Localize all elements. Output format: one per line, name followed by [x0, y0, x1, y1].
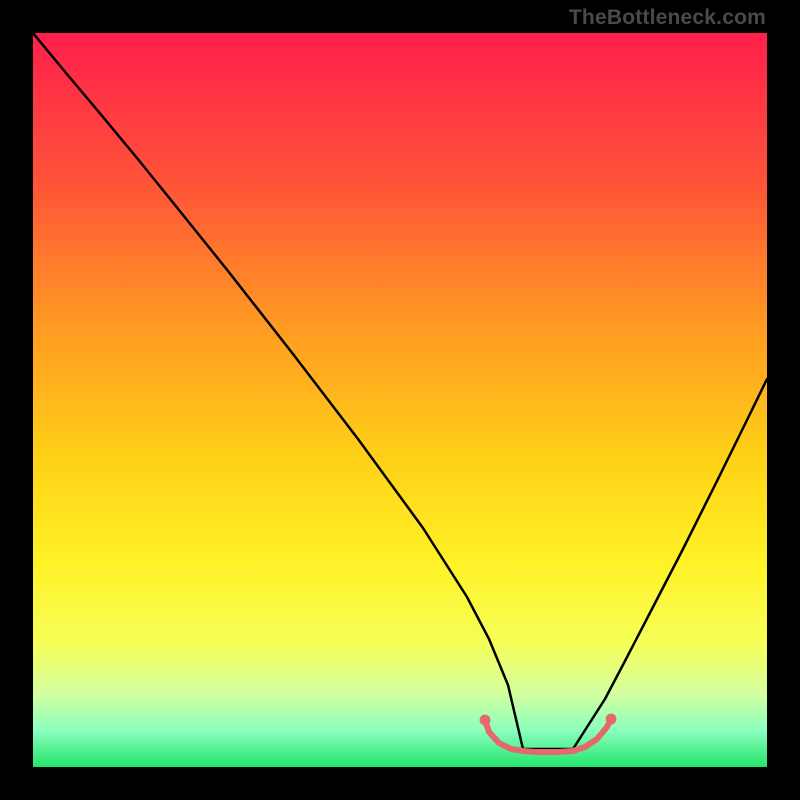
plot-svg	[33, 33, 767, 767]
plot-frame	[33, 33, 767, 767]
highlight-dot	[606, 714, 617, 725]
highlight-dot	[480, 715, 491, 726]
plot-background	[33, 33, 767, 767]
watermark-text: TheBottleneck.com	[569, 6, 766, 30]
